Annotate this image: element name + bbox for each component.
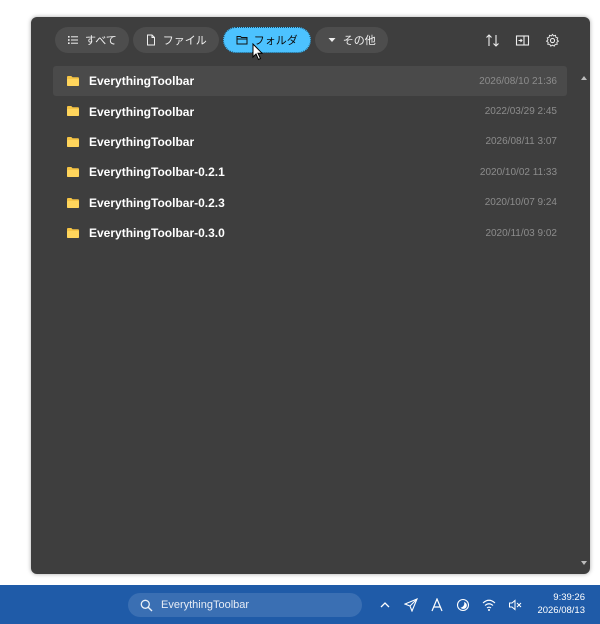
result-date: 2020/11/03 9:02 xyxy=(485,227,557,239)
result-name: EverythingToolbar-0.2.1 xyxy=(89,165,225,180)
wifi-icon xyxy=(482,599,495,611)
folder-icon xyxy=(67,76,79,86)
font-icon xyxy=(430,597,443,611)
search-results-panel: すべて ファイル フォルダ その他 EverythingToolbar 2026… xyxy=(31,17,590,574)
result-name: EverythingToolbar xyxy=(89,134,195,149)
filter-other-label: その他 xyxy=(342,34,376,47)
filter-all-label: すべて xyxy=(85,34,117,47)
tray-focus-button[interactable] xyxy=(454,596,471,613)
clock-date: 2026/08/13 xyxy=(537,605,585,616)
taskbar-search-box[interactable]: EverythingToolbar xyxy=(128,593,362,617)
preview-pane-button[interactable] xyxy=(514,32,530,48)
folder-icon xyxy=(67,167,79,178)
file-icon xyxy=(146,34,155,46)
result-name: EverythingToolbar xyxy=(89,74,195,89)
taskbar: EverythingToolbar 9:39:26 2026/08/13 xyxy=(0,585,600,624)
panel-toolbar xyxy=(484,32,560,48)
folder-icon xyxy=(67,197,79,208)
sort-icon xyxy=(485,33,499,47)
tray-volume-button[interactable] xyxy=(506,596,523,613)
result-row[interactable]: EverythingToolbar 2026/08/10 21:36 xyxy=(53,66,567,97)
taskbar-clock[interactable]: 9:39:26 2026/08/13 xyxy=(537,591,585,617)
preview-pane-icon xyxy=(515,34,529,46)
folder-icon xyxy=(67,227,79,238)
result-date: 2020/10/07 9:24 xyxy=(484,197,557,209)
result-row[interactable]: EverythingToolbar-0.2.1 2020/10/02 11:33 xyxy=(53,157,567,187)
folder-icon xyxy=(67,136,79,147)
result-date: 2026/08/10 21:36 xyxy=(479,75,557,87)
list-icon xyxy=(68,36,78,44)
taskbar-search-text: EverythingToolbar xyxy=(161,599,250,611)
scroll-down-arrow-icon[interactable] xyxy=(580,559,588,567)
result-name: EverythingToolbar-0.3.0 xyxy=(89,226,225,241)
settings-button[interactable] xyxy=(544,32,560,48)
tray-overflow-button[interactable] xyxy=(376,596,393,613)
send-icon xyxy=(403,597,418,612)
filter-folder-button[interactable]: フォルダ xyxy=(222,27,311,53)
sort-button[interactable] xyxy=(484,32,500,48)
tray-send-button[interactable] xyxy=(402,596,419,613)
filter-bar: すべて ファイル フォルダ その他 xyxy=(55,27,388,53)
result-row[interactable]: EverythingToolbar-0.2.3 2020/10/07 9:24 xyxy=(53,188,567,218)
result-name: EverythingToolbar-0.2.3 xyxy=(89,195,225,210)
filter-all-button[interactable]: すべて xyxy=(55,27,129,53)
caret-down-icon xyxy=(328,38,336,42)
filter-other-button[interactable]: その他 xyxy=(314,27,388,53)
mouse-cursor-icon xyxy=(252,43,264,61)
clock-time: 9:39:26 xyxy=(553,592,585,603)
search-icon xyxy=(140,599,153,611)
system-tray xyxy=(376,596,523,613)
result-row[interactable]: EverythingToolbar 2026/08/11 3:07 xyxy=(53,127,567,157)
results-list: EverythingToolbar 2026/08/10 21:36 Every… xyxy=(53,66,567,248)
filter-file-button[interactable]: ファイル xyxy=(132,27,219,53)
result-row[interactable]: EverythingToolbar 2022/03/29 2:45 xyxy=(53,96,567,126)
folder-icon xyxy=(67,106,79,117)
filter-file-label: ファイル xyxy=(162,34,207,47)
result-date: 2022/03/29 2:45 xyxy=(484,106,557,118)
result-date: 2026/08/11 3:07 xyxy=(485,136,557,148)
scroll-up-arrow-icon[interactable] xyxy=(580,74,588,82)
tray-network-button[interactable] xyxy=(480,596,497,613)
gear-icon xyxy=(545,33,559,47)
result-date: 2020/10/02 11:33 xyxy=(479,166,557,178)
mute-icon xyxy=(508,598,521,611)
result-name: EverythingToolbar xyxy=(89,104,195,119)
folder-outline-icon xyxy=(236,36,248,45)
tray-ime-button[interactable] xyxy=(428,596,445,613)
result-row[interactable]: EverythingToolbar-0.3.0 2020/11/03 9:02 xyxy=(53,218,567,248)
chevron-up-icon xyxy=(380,601,389,607)
moon-icon xyxy=(456,598,469,611)
